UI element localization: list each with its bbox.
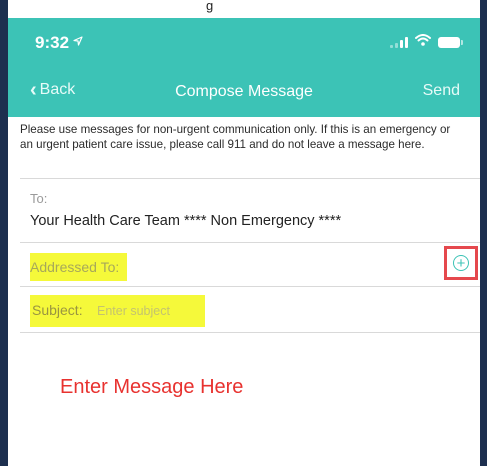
- to-label: To:: [30, 191, 48, 206]
- status-time-text: 9:32: [35, 33, 70, 52]
- navigation-bar: ‹ Back Compose Message Send: [8, 68, 480, 117]
- addressed-to-field[interactable]: Addressed To:: [30, 253, 128, 281]
- document-strip: g: [0, 0, 487, 18]
- message-body-area[interactable]: [20, 348, 480, 466]
- battery-icon: [438, 36, 463, 48]
- frame-edge-right: [480, 0, 487, 466]
- status-bar: 9:32: [8, 18, 480, 68]
- wifi-icon: [415, 33, 431, 51]
- add-recipient-button[interactable]: +: [444, 246, 478, 280]
- send-button[interactable]: Send: [423, 82, 460, 100]
- status-time: 9:32: [35, 33, 83, 53]
- to-recipient: Your Health Care Team **** Non Emergency…: [30, 213, 342, 229]
- subject-input[interactable]: [97, 301, 205, 321]
- subject-label: Subject:: [32, 302, 83, 318]
- divider: [20, 242, 480, 243]
- frame-edge-left: [0, 0, 8, 466]
- divider: [20, 332, 480, 333]
- divider: [20, 178, 480, 179]
- message-hint: Enter Message Here: [60, 376, 244, 398]
- page-title: Compose Message: [175, 83, 313, 100]
- plus-circle-icon: +: [453, 255, 469, 271]
- location-arrow-icon: [73, 35, 83, 49]
- signal-icon: [390, 36, 408, 48]
- urgent-notice: Please use messages for non-urgent commu…: [20, 123, 451, 151]
- phone-screen: 9:32 ‹ Back Compose Message Send Please …: [8, 18, 480, 466]
- status-icons: [390, 32, 463, 52]
- caption-fragment: g: [206, 0, 214, 13]
- screenshot: g 9:32 ‹ Back Compose Message Send Pleas…: [0, 0, 487, 466]
- divider: [20, 286, 480, 287]
